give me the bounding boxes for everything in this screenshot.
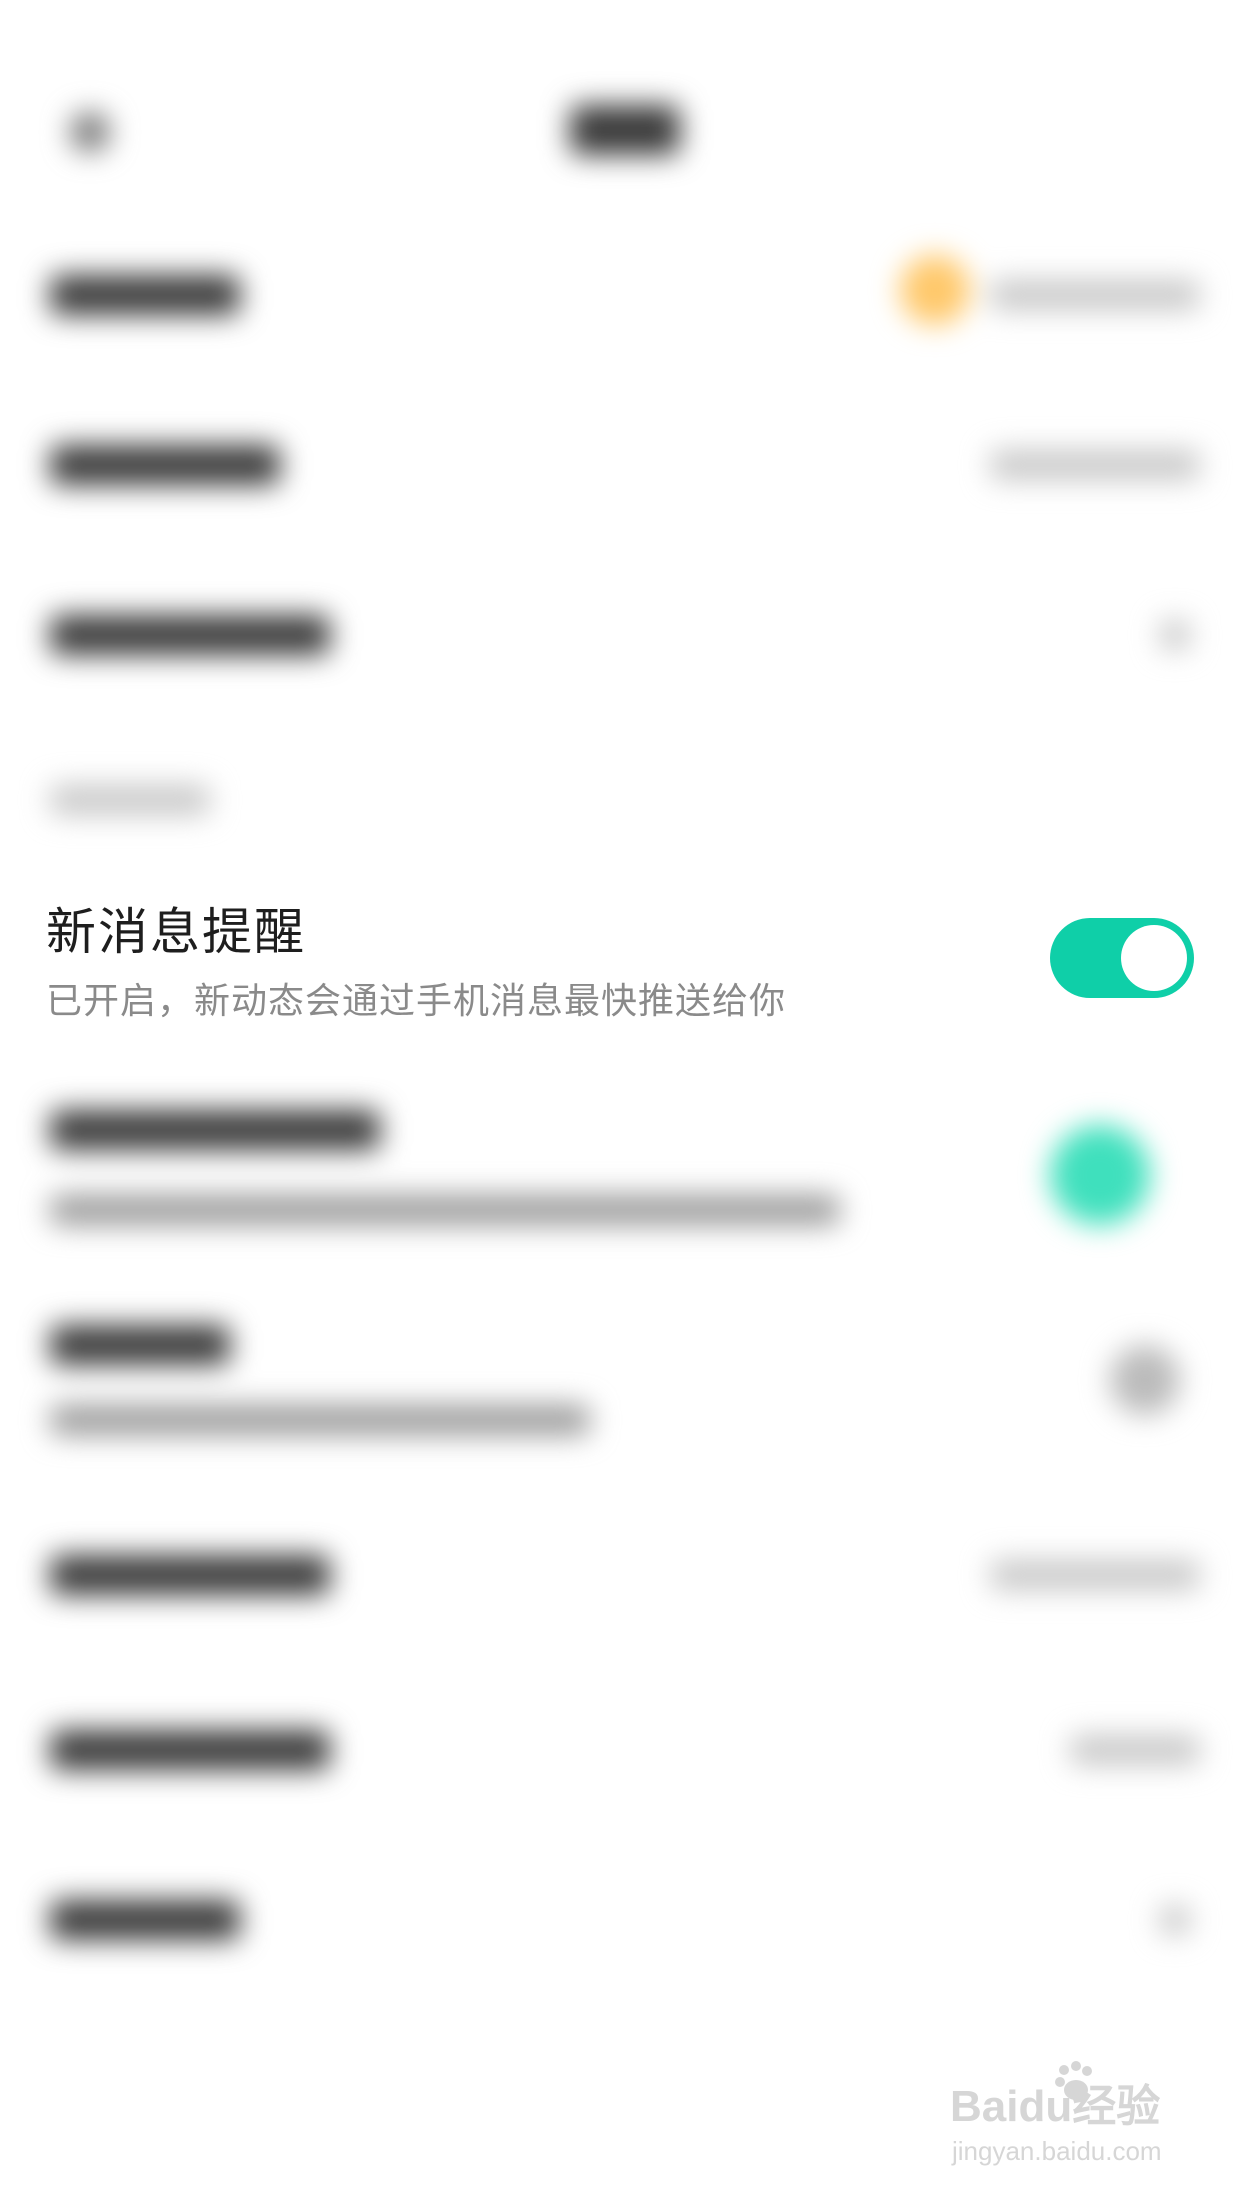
new-message-reminder-row: 新消息提醒 已开启，新动态会通过手机消息最快推送给你 bbox=[0, 860, 1242, 1060]
row-placeholder bbox=[50, 275, 240, 315]
row-value-placeholder bbox=[990, 450, 1200, 480]
row-sub-placeholder bbox=[50, 1405, 590, 1435]
baidu-jingyan-watermark: Baidu经验 jingyan.baidu.com bbox=[950, 2061, 1190, 2190]
row-placeholder bbox=[50, 1730, 330, 1770]
toggle-knob bbox=[1121, 925, 1187, 991]
back-icon bbox=[70, 112, 110, 152]
chevron-placeholder bbox=[1160, 620, 1190, 650]
row-sub-placeholder bbox=[50, 1195, 840, 1225]
row-placeholder bbox=[50, 1900, 240, 1940]
row-value-placeholder bbox=[1070, 1735, 1200, 1765]
paw-icon bbox=[1055, 2061, 1092, 2100]
new-message-reminder-toggle[interactable] bbox=[1050, 918, 1194, 998]
watermark-url: jingyan.baidu.com bbox=[952, 2136, 1162, 2166]
row-placeholder bbox=[50, 1110, 380, 1150]
avatar-placeholder bbox=[900, 255, 970, 325]
row-placeholder bbox=[50, 1555, 330, 1595]
nav-title-placeholder bbox=[570, 105, 680, 155]
row-placeholder bbox=[50, 1325, 230, 1365]
row-value-placeholder bbox=[990, 1560, 1200, 1590]
row-placeholder bbox=[50, 615, 330, 655]
row-placeholder bbox=[50, 445, 280, 485]
toggle-placeholder bbox=[1110, 1345, 1180, 1415]
blurred-background bbox=[0, 0, 1242, 2208]
row-value-placeholder bbox=[990, 280, 1200, 310]
setting-description: 已开启，新动态会通过手机消息最快推送给你 bbox=[46, 981, 787, 1022]
chevron-placeholder bbox=[1160, 1905, 1190, 1935]
toggle-placeholder bbox=[1050, 1125, 1150, 1225]
setting-title: 新消息提醒 bbox=[46, 903, 306, 961]
section-header-placeholder bbox=[50, 785, 210, 815]
